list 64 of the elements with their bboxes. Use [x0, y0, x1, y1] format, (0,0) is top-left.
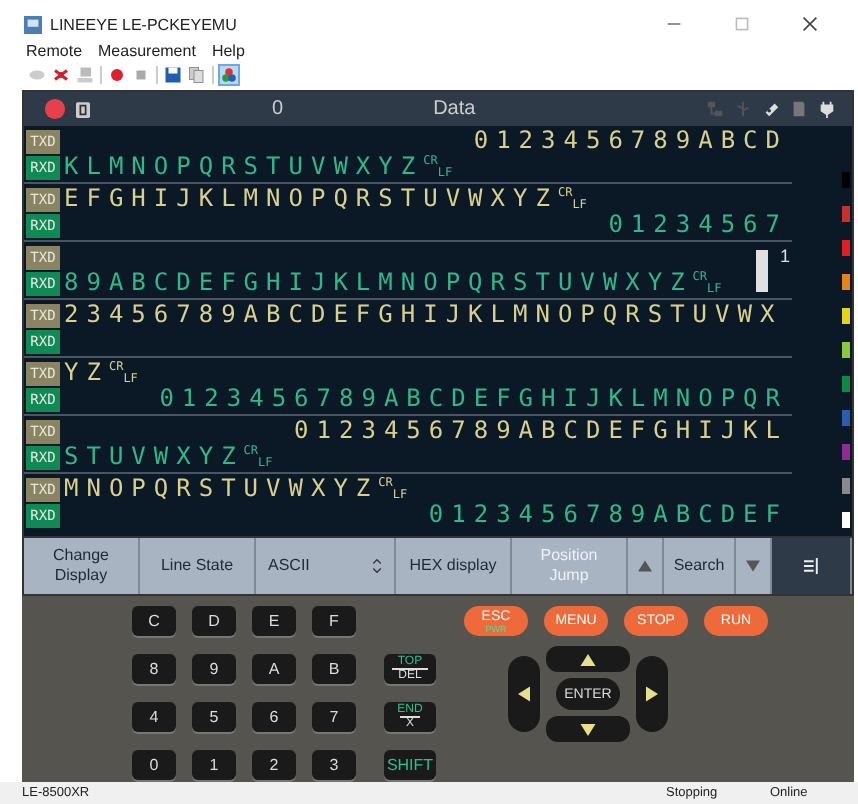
data-text: EFGHIJKLMNOPQRSTUVWXYZ	[64, 186, 558, 213]
network-icon	[706, 100, 724, 119]
hex-key[interactable]: A	[252, 654, 296, 685]
data-text: 0123456789ABCDEF	[428, 502, 788, 529]
plug-icon	[818, 100, 836, 119]
right-triangle-icon	[646, 686, 658, 703]
save-icon[interactable]	[164, 66, 182, 85]
down-triangle-icon	[746, 560, 760, 573]
data-text: KLMNOPQRSTUVWXYZ	[64, 154, 424, 181]
data-text: 0123456789ABCD	[473, 128, 788, 155]
data-text: MNOPQRSTUVWXYZ	[64, 476, 379, 503]
hex-key[interactable]: 0	[132, 750, 176, 781]
record-indicator[interactable]	[44, 98, 66, 121]
cursor-block	[756, 250, 768, 293]
counter: 0	[272, 98, 284, 121]
copy-icon[interactable]	[188, 66, 206, 85]
hex-key[interactable]: 6	[252, 702, 296, 733]
memory-icon	[76, 101, 90, 118]
hex-key[interactable]: 7	[312, 702, 356, 733]
hex-key[interactable]: 5	[192, 702, 236, 733]
up-key[interactable]	[546, 646, 630, 673]
menu-item[interactable]: Remote	[26, 42, 83, 61]
hex-key[interactable]: 1	[192, 750, 236, 781]
hex-key[interactable]: F	[312, 606, 356, 637]
cursor-marker: 1	[779, 246, 790, 267]
data-text: 0123456789ABCDEFGHIJKLMNOPQR	[159, 386, 788, 413]
function-key[interactable]: SHIFT	[384, 750, 436, 781]
hex-key[interactable]: E	[252, 606, 296, 637]
hex-key[interactable]: 3	[312, 750, 356, 781]
usb-icon	[734, 100, 752, 119]
down-key[interactable]	[546, 716, 630, 743]
data-text: 89ABCDEFGHIJKLMNOPQRSTUVWXYZ	[64, 270, 693, 297]
data-text: STUVWXYZ	[64, 444, 244, 471]
stop-icon[interactable]	[132, 66, 150, 85]
right-key[interactable]	[636, 656, 668, 733]
data-text: YZ	[64, 360, 109, 387]
spinner-icon	[372, 558, 382, 575]
data-text: 0123456789ABCDEFGHIJKL	[294, 418, 788, 445]
hex-key[interactable]: C	[132, 606, 176, 637]
down-triangle-icon	[580, 723, 596, 736]
left-key[interactable]	[508, 656, 540, 733]
hex-key[interactable]: 8	[132, 654, 176, 685]
up-triangle-icon	[580, 653, 596, 666]
maximize-icon[interactable]	[734, 15, 750, 32]
hex-key[interactable]: 9	[192, 654, 236, 685]
app-icon	[24, 15, 42, 34]
menu-icon	[803, 556, 819, 577]
side-menu-button[interactable]	[772, 538, 852, 595]
data-text: 01234567	[608, 212, 788, 239]
hex-key[interactable]: D	[192, 606, 236, 637]
window-title: LINEEYE LE-PCKEYEMU	[50, 15, 237, 34]
record-icon[interactable]	[108, 66, 126, 85]
color-circles-icon[interactable]	[220, 66, 238, 85]
left-triangle-icon	[518, 686, 530, 703]
panel-title: Data	[433, 98, 476, 121]
data-text: 23456789ABCDEFGHIJKLMNOPQRSTUVWX	[64, 302, 783, 329]
menu-item[interactable]: Measurement	[98, 42, 196, 61]
sd-card-icon	[790, 100, 808, 119]
menu-item[interactable]: Help	[211, 42, 245, 61]
hex-key[interactable]: B	[312, 654, 356, 685]
up-triangle-icon	[638, 560, 652, 573]
hex-key[interactable]: 4	[132, 702, 176, 733]
close-icon[interactable]	[802, 15, 818, 32]
hex-key[interactable]: 2	[252, 750, 296, 781]
